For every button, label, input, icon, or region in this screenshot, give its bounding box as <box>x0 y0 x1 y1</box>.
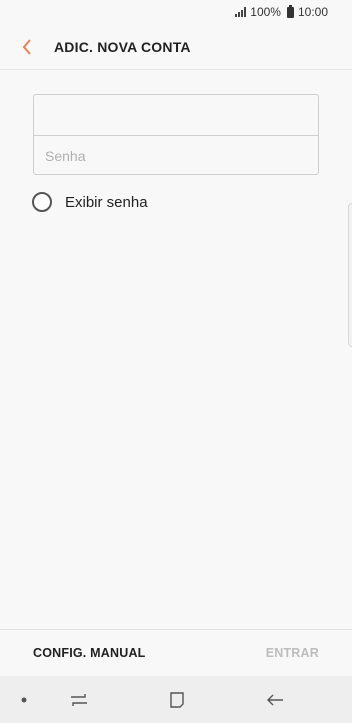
manual-setup-button[interactable]: CONFIG. MANUAL <box>33 646 146 660</box>
credentials-form <box>33 94 319 176</box>
status-bar: 100% 10:00 <box>0 0 352 24</box>
signal-icon <box>235 7 247 17</box>
navigation-bar <box>0 676 352 723</box>
edge-panel-handle[interactable] <box>348 203 352 347</box>
recents-icon[interactable] <box>62 676 96 723</box>
battery-percent: 100% <box>250 5 281 19</box>
bottom-bar: CONFIG. MANUAL ENTRAR <box>0 629 352 675</box>
email-field[interactable] <box>34 95 318 135</box>
page-title: ADIC. NOVA CONTA <box>54 38 191 55</box>
show-password-toggle[interactable]: Exibir senha <box>32 192 148 212</box>
show-password-radio[interactable] <box>32 192 52 212</box>
enter-button[interactable]: ENTRAR <box>266 646 319 660</box>
password-field[interactable] <box>34 136 318 176</box>
nav-dot-icon[interactable] <box>12 676 36 723</box>
back-button[interactable] <box>0 24 54 70</box>
clock: 10:00 <box>297 5 328 19</box>
back-arrow-icon <box>22 38 31 55</box>
show-password-label: Exibir senha <box>65 193 148 211</box>
home-icon[interactable] <box>160 676 194 723</box>
app-bar: ADIC. NOVA CONTA <box>0 24 352 70</box>
battery-icon <box>286 4 294 18</box>
nav-back-icon[interactable] <box>258 676 292 723</box>
